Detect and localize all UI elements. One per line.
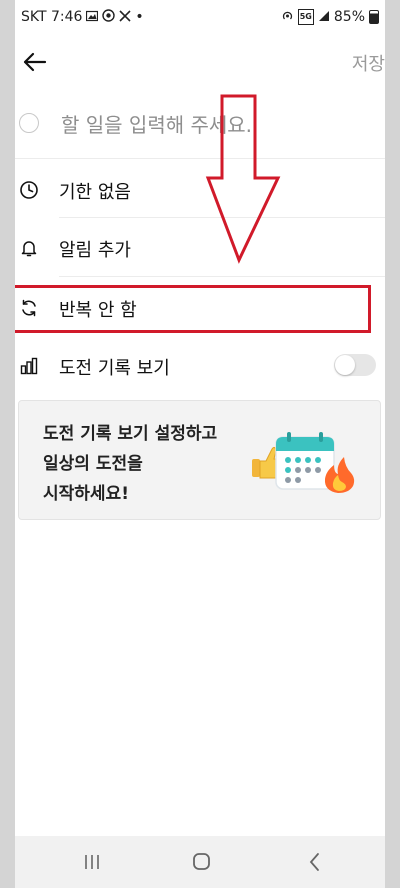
chevron-left-icon bbox=[309, 853, 319, 871]
toggle-knob bbox=[335, 355, 355, 375]
challenge-promo-banner[interactable]: 도전 기록 보기 설정하고 일상의 도전을 시작하세요! bbox=[18, 400, 381, 520]
recent-apps-icon bbox=[85, 855, 99, 869]
alarm-label: 알림 추가 bbox=[59, 240, 131, 261]
bar-chart-icon bbox=[20, 357, 38, 375]
network-icon: 5G bbox=[297, 9, 314, 25]
clock-icon bbox=[20, 181, 38, 199]
challenge-record-toggle[interactable] bbox=[334, 354, 376, 376]
banner-line-1: 도전 기록 보기 설정하고 bbox=[43, 424, 218, 444]
deadline-option[interactable]: 기한 없음 bbox=[15, 166, 385, 214]
back-nav-button[interactable] bbox=[300, 850, 330, 874]
hotspot-icon bbox=[281, 9, 294, 25]
bell-icon bbox=[21, 241, 37, 257]
banner-line-2: 일상의 도전을 bbox=[43, 454, 143, 474]
deadline-label: 기한 없음 bbox=[59, 182, 131, 203]
annotation-highlight-box bbox=[15, 285, 371, 333]
banner-text: 도전 기록 보기 설정하고 일상의 도전을 시작하세요! bbox=[43, 419, 217, 509]
signal-icon bbox=[318, 10, 330, 25]
system-nav-bar bbox=[15, 836, 385, 888]
battery-percent: 85% bbox=[333, 9, 365, 25]
recent-apps-button[interactable] bbox=[77, 850, 107, 874]
todo-input-row bbox=[15, 103, 385, 155]
status-bar: SKT 7:46 • 5G 85% bbox=[15, 0, 385, 36]
challenge-record-label: 도전 기록 보기 bbox=[59, 358, 170, 379]
battery-icon bbox=[369, 10, 379, 24]
carrier-time: SKT 7:46 bbox=[21, 9, 83, 25]
status-left: SKT 7:46 • bbox=[21, 9, 144, 25]
banner-line-3: 시작하세요! bbox=[43, 484, 129, 504]
lens-icon bbox=[102, 9, 116, 25]
annotation-down-arrow bbox=[205, 94, 281, 264]
back-arrow-icon bbox=[23, 52, 47, 72]
app-screen: SKT 7:46 • 5G 85% 저장 할 일을 입력해 주세요. 기한 없음… bbox=[15, 0, 385, 836]
status-right: 5G 85% bbox=[281, 9, 379, 25]
challenge-record-option: 도전 기록 보기 bbox=[15, 342, 385, 390]
divider bbox=[15, 158, 385, 159]
alarm-option[interactable]: 알림 추가 bbox=[15, 224, 385, 272]
home-button[interactable] bbox=[186, 850, 216, 874]
x-icon bbox=[119, 9, 131, 25]
divider bbox=[59, 276, 385, 277]
back-button[interactable] bbox=[19, 46, 51, 78]
status-dot: • bbox=[135, 9, 144, 25]
home-icon bbox=[193, 853, 210, 870]
save-button[interactable]: 저장 bbox=[352, 50, 385, 76]
completion-radio[interactable] bbox=[19, 113, 39, 133]
gallery-icon bbox=[86, 10, 99, 25]
calendar-fire-illustration bbox=[252, 432, 355, 493]
